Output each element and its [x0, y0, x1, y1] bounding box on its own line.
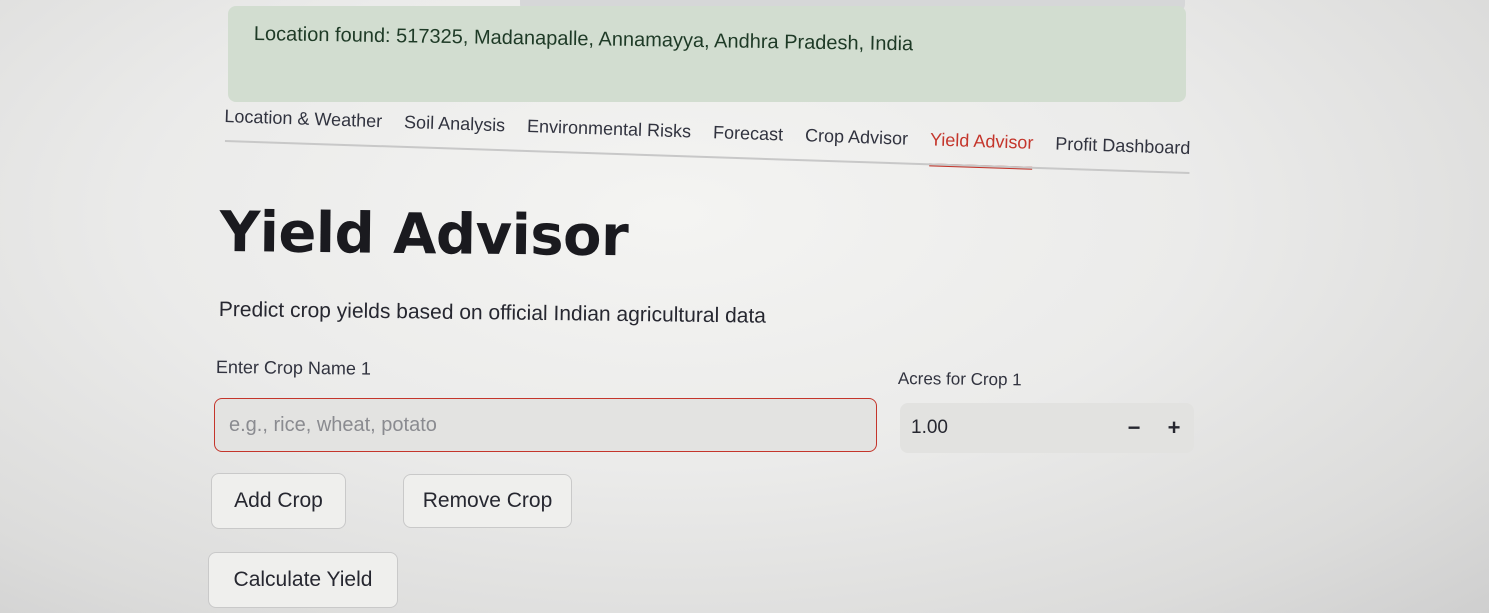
location-success-alert: Location found: 517325, Madanapalle, Ann…	[228, 6, 1186, 102]
crop-name-input[interactable]	[214, 398, 877, 452]
acres-stepper: 1.00 − +	[900, 403, 1194, 453]
remove-crop-button[interactable]: Remove Crop	[403, 474, 572, 528]
calculate-yield-button[interactable]: Calculate Yield	[208, 552, 398, 608]
tab-list: Location & Weather Soil Analysis Environ…	[224, 100, 1191, 175]
increment-button[interactable]: +	[1154, 403, 1194, 453]
alert-text: Location found: 517325, Madanapalle, Ann…	[253, 23, 914, 56]
add-crop-button[interactable]: Add Crop	[211, 473, 346, 529]
tab-forecast[interactable]: Forecast	[712, 120, 784, 161]
decrement-button[interactable]: −	[1114, 403, 1154, 453]
page-subtitle: Predict crop yields based on official In…	[218, 298, 767, 328]
page-title: Yield Advisor	[219, 200, 629, 270]
crop-name-label: Enter Crop Name 1	[215, 357, 372, 379]
acres-value[interactable]: 1.00	[900, 417, 1114, 439]
tab-bar: Location & Weather Soil Analysis Environ…	[224, 100, 1191, 175]
acres-label: Acres for Crop 1	[897, 369, 1022, 390]
